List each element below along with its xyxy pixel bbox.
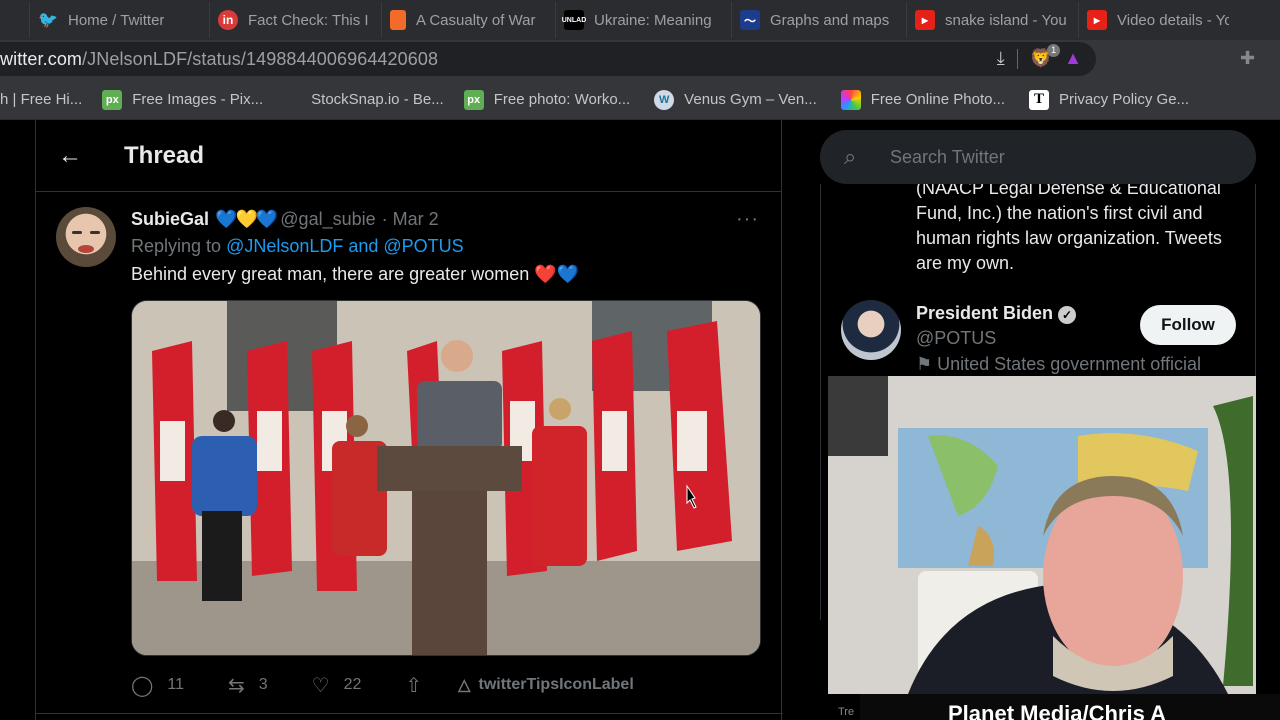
tab-overflow[interactable] [0, 2, 30, 38]
person-red-coat [532, 426, 587, 566]
brave-shields-icon[interactable]: 🦁 1 [1030, 44, 1061, 69]
divider [36, 713, 783, 714]
avatar[interactable] [56, 207, 116, 267]
bookmark-free-images-pixabay[interactable]: px Free Images - Pix... [102, 89, 263, 110]
brave-badge: 1 [1047, 44, 1061, 57]
retweet-count: 3 [258, 676, 268, 693]
verified-badge-icon: ✓ [1058, 306, 1077, 324]
more-options-icon[interactable]: ··· [736, 208, 759, 231]
url-bar[interactable]: witter.com/JNelsonLDF/status/14988440069… [0, 42, 1096, 76]
bookmark-free-online-photo[interactable]: Free Online Photo... [840, 89, 1005, 110]
share-icon: ⇧ [405, 674, 423, 697]
tab-ukraine[interactable]: UNLAD Ukraine: Meaning [556, 2, 732, 38]
bookmarks-bar: h | Free Hi... px Free Images - Pix... St… [0, 80, 1280, 120]
termly-icon: T [1029, 89, 1049, 110]
back-arrow-icon[interactable]: ← [58, 142, 82, 170]
youtube-icon: ▶ [915, 10, 935, 30]
bookmark-free-photo-workout[interactable]: px Free photo: Worko... [463, 89, 630, 110]
share-button[interactable]: ⇧ [405, 673, 422, 698]
reply-count: 11 [167, 676, 184, 693]
avatar-eye-left [72, 231, 82, 234]
install-app-icon[interactable]: ⤓ [997, 48, 1005, 69]
tab-home-twitter[interactable]: 🐦 Home / Twitter [30, 2, 210, 38]
pixabay-icon: px [102, 89, 123, 110]
twitter-icon: 🐦 [38, 12, 58, 29]
author-name[interactable]: SubieGal [131, 209, 209, 230]
press-conference-photo [132, 301, 760, 655]
tab-snake-island[interactable]: ▶ snake island - You [907, 2, 1079, 38]
like-button[interactable]: ♡ 22 [312, 673, 362, 698]
tab-video-details[interactable]: ▶ Video details - You [1079, 2, 1239, 38]
youtube-icon: ▶ [1087, 10, 1107, 30]
hearts-emoji: 💙💛💙 [215, 209, 278, 229]
bookmark-free-hi[interactable]: h | Free Hi... [0, 91, 82, 108]
graph-icon: 〜 [740, 10, 760, 30]
search-icon: ⌕ [844, 144, 857, 169]
podium-top [377, 446, 522, 491]
pixabay-icon: px [463, 89, 484, 110]
flag-icon: ⚑ [916, 354, 938, 374]
bookmark-icon: ▆ [390, 10, 406, 30]
suggestion-handle[interactable]: @POTUS [916, 328, 996, 349]
brave-triangle-icon: △ [458, 677, 471, 694]
tweet[interactable]: ··· SubieGal 💙💛💙 @gal_subie · Mar 2 Repl… [36, 192, 781, 698]
extensions-icon[interactable]: ✚ [1240, 48, 1255, 69]
url-text[interactable]: witter.com/JNelsonLDF/status/14988440069… [0, 49, 438, 70]
address-row: witter.com/JNelsonLDF/status/14988440069… [0, 40, 1280, 80]
stream-caption-prefix: Tre [838, 706, 855, 718]
webcam-video [828, 376, 1256, 694]
speaker-suit [417, 381, 502, 451]
tweet-date[interactable]: · Mar 2 [382, 209, 439, 230]
like-count: 22 [343, 676, 362, 693]
avatar[interactable] [841, 300, 901, 360]
podium-base [412, 491, 487, 655]
tab-casualty-of-war[interactable]: ▆ A Casualty of War [382, 2, 556, 38]
thread-header: ← Thread [36, 120, 781, 192]
reply-mentions[interactable]: @JNelsonLDF and @POTUS [226, 236, 464, 256]
heart-icon: ♡ [311, 674, 330, 697]
brave-rewards-icon[interactable]: ▲ [1064, 48, 1082, 69]
tweet-media-image[interactable] [131, 300, 761, 656]
unlad-icon: UNLAD [562, 10, 586, 30]
webcam-overlay [828, 376, 1256, 694]
search-input[interactable] [890, 146, 1230, 168]
reply-icon: ◯ [131, 674, 154, 697]
retweet-button[interactable]: ⇆ 3 [228, 673, 268, 698]
twitter-tips-button[interactable]: △ twitterTipsIconLabel [458, 675, 634, 695]
person-blue-jacket [192, 436, 257, 516]
avatar-lips [78, 245, 94, 253]
thread-column: ← Thread ··· SubieGal 💙💛💙 @gal_subie · M… [35, 120, 783, 720]
who-to-follow-item[interactable]: President Biden ✓ @POTUS ⚑ United States… [821, 300, 1255, 376]
follow-button[interactable]: Follow [1140, 305, 1236, 345]
replying-to: Replying to @JNelsonLDF and @POTUS [131, 236, 464, 256]
wordpress-icon: W [654, 89, 675, 110]
browser-tab-bar: 🐦 Home / Twitter in Fact Check: This I ▆… [0, 0, 1280, 40]
linkedin-icon: in [218, 10, 238, 30]
author-handle[interactable]: @gal_subie [280, 209, 375, 230]
color-wheel-icon [840, 89, 861, 110]
bookmark-stocksnap[interactable]: StockSnap.io - Be... [311, 91, 444, 108]
government-label: ⚑ United States government official [916, 354, 1201, 374]
search-box[interactable]: ⌕ [820, 130, 1256, 184]
tweet-text: Behind every great man, there are greate… [131, 264, 580, 284]
bookmark-venus-gym[interactable]: W Venus Gym – Ven... [654, 89, 817, 110]
suggestion-name[interactable]: President Biden ✓ [916, 303, 1077, 324]
tab-graphs-and-maps[interactable]: 〜 Graphs and maps [732, 2, 907, 38]
profile-bio: (NAACP Legal Defense & Educational Fund,… [916, 184, 1222, 273]
url-path: /JNelsonLDF/status/1498844006964420608 [82, 48, 439, 69]
bookmark-privacy-policy[interactable]: T Privacy Policy Ge... [1029, 89, 1189, 110]
stream-caption: Planet Media/Chris A [860, 694, 1280, 720]
page-title: Thread [124, 141, 205, 169]
divider [1016, 48, 1018, 69]
url-host: witter.com [0, 48, 83, 69]
reply-button[interactable]: ◯ 11 [131, 673, 184, 698]
retweet-icon: ⇆ [228, 674, 245, 697]
tweet-actions: ◯ 11 ⇆ 3 ♡ 22 ⇧ △ twitterTipsIconLabel [131, 672, 761, 698]
tab-fact-check[interactable]: in Fact Check: This I [210, 2, 382, 38]
avatar-eye-right [90, 231, 100, 234]
